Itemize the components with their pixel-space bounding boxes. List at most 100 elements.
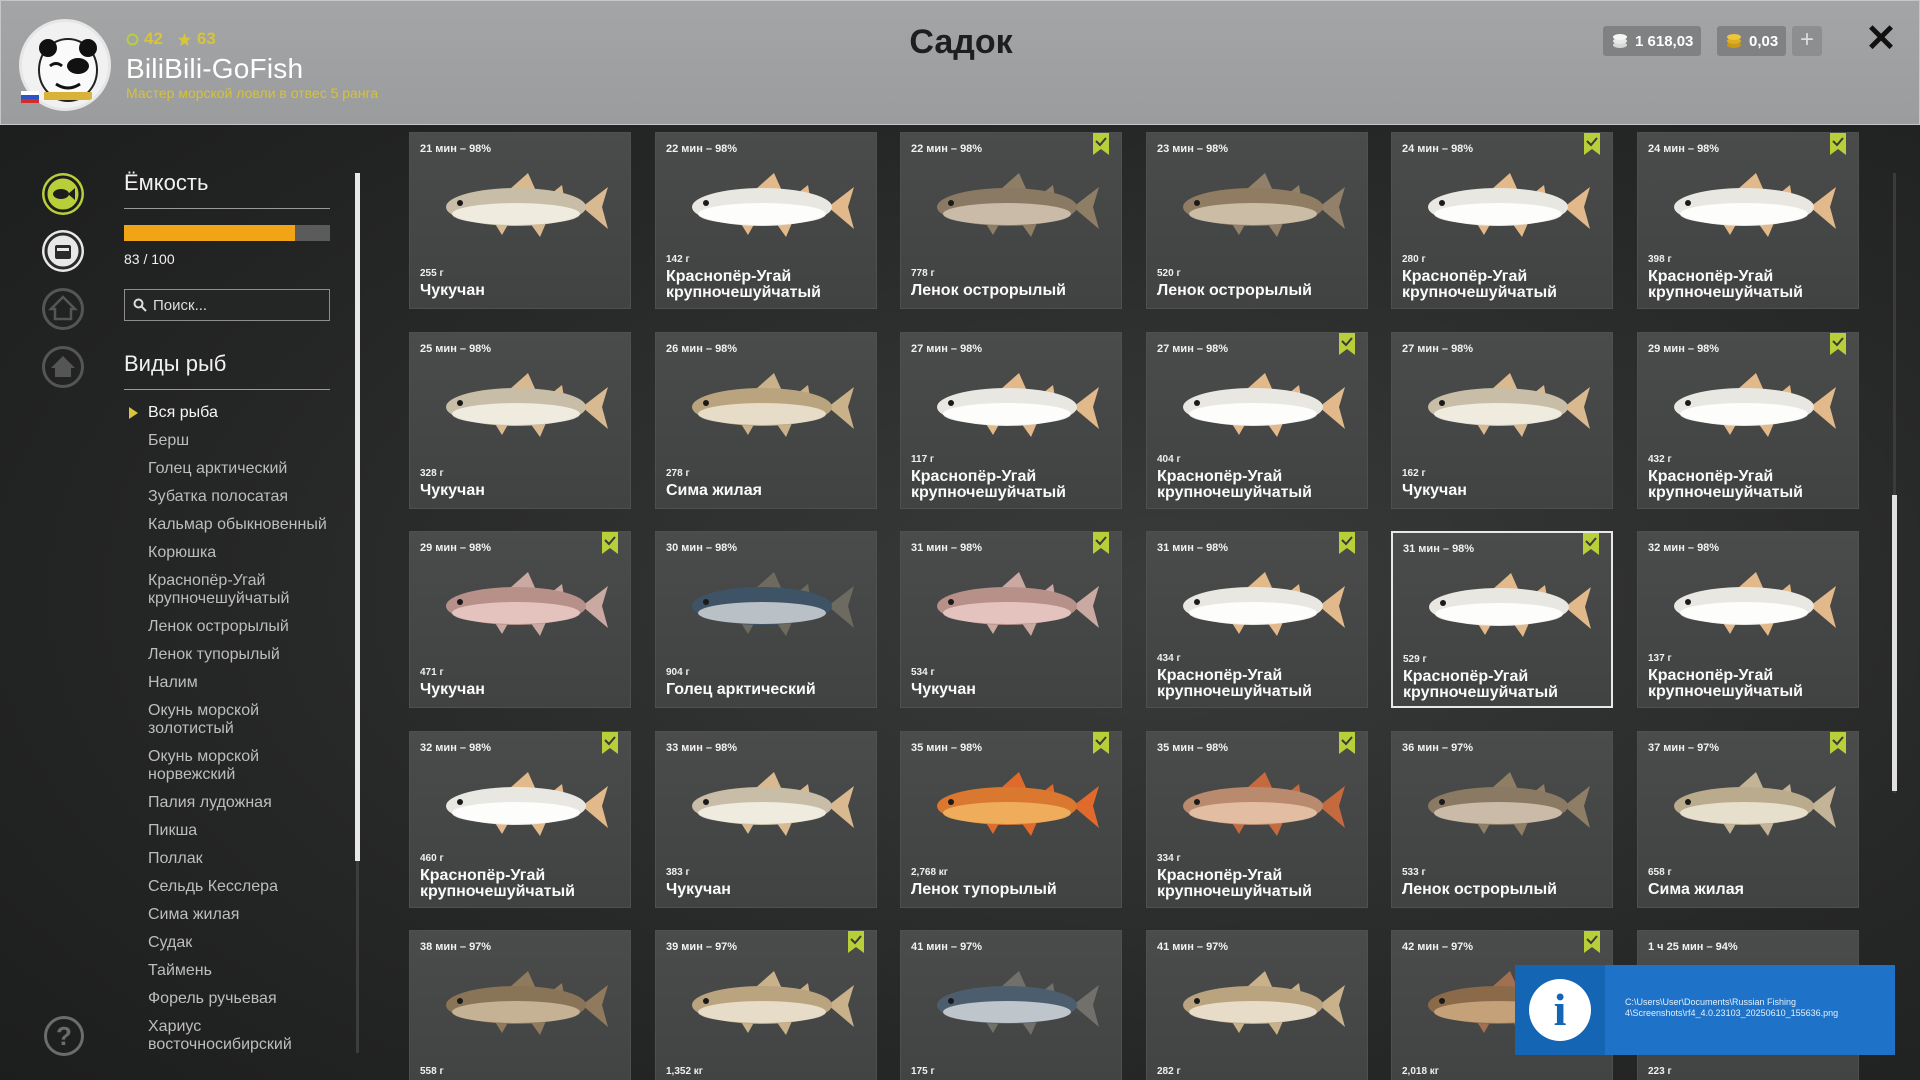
species-item[interactable]: Окунь морской золотистый: [124, 702, 330, 738]
fish-card[interactable]: 22 мин – 98% 142 г Краснопёр-Угай крупноче…: [655, 132, 877, 309]
fish-card[interactable]: 29 мин – 98% 471 г Чукучан: [409, 531, 631, 708]
info-icon: i: [1515, 965, 1605, 1055]
species-item[interactable]: Окунь морской норвежский: [124, 748, 330, 784]
fish-weight: 142 г: [666, 254, 690, 265]
fish-card[interactable]: 32 мин – 98% 460 г Краснопёр-Угай крупноче…: [409, 731, 631, 908]
fish-image: [1183, 971, 1345, 1035]
fish-weight: 432 г: [1648, 454, 1672, 465]
fish-time: 27 мин – 98%: [1402, 343, 1474, 355]
fish-card[interactable]: 31 мин – 98% 434 г Краснопёр-Угай крупноче…: [1146, 531, 1368, 708]
species-item[interactable]: Сельдь Кесслера: [124, 878, 330, 896]
fish-time: 42 мин – 97%: [1402, 941, 1474, 953]
fish-card[interactable]: 24 мин – 98% 398 г Краснопёр-Угай крупноче…: [1637, 132, 1859, 309]
fish-card[interactable]: 33 мин – 98% 383 г Чукучан: [655, 731, 877, 908]
species-item[interactable]: Берш: [124, 432, 330, 450]
keepnet-grid: 21 мин – 98% 255 г Чукучан 22 мин – 98% 142 …: [409, 132, 1861, 1080]
fish-name: Чукучан: [420, 681, 485, 698]
species-item[interactable]: Сима жилая: [124, 906, 330, 924]
fish-card[interactable]: 27 мин – 98% 162 г Чукучан: [1391, 332, 1613, 509]
fish-card[interactable]: 38 мин – 97%558 гЛенок острорылый: [409, 930, 631, 1080]
species-item[interactable]: Зубатка полосатая: [124, 488, 330, 506]
fish-image: [1183, 373, 1345, 437]
fish-card[interactable]: 21 мин – 98% 255 г Чукучан: [409, 132, 631, 309]
fish-image: [937, 971, 1099, 1035]
fish-card[interactable]: 36 мин – 97% 533 г Ленок острорылый: [1391, 731, 1613, 908]
fish-time: 27 мин – 98%: [1157, 343, 1229, 355]
fish-name: Чукучан: [1402, 482, 1467, 499]
capacity-bar: [124, 225, 330, 241]
fish-name: Ленок острорылый: [1402, 881, 1557, 898]
species-item[interactable]: Ленок тупорылый: [124, 646, 330, 664]
species-item[interactable]: Пикша: [124, 822, 330, 840]
fish-time: 21 мин – 98%: [420, 143, 492, 155]
fish-name: Ленок острорылый: [911, 282, 1066, 299]
fish-card[interactable]: 27 мин – 98% 117 г Краснопёр-Угай крупноче…: [900, 332, 1122, 509]
fish-card[interactable]: 39 мин – 97%1,352 кгСима жилая: [655, 930, 877, 1080]
species-item[interactable]: Краснопёр-Угай крупночешуйчатый: [124, 572, 330, 608]
fish-card[interactable]: 35 мин – 98% 334 г Краснопёр-Угай крупноче…: [1146, 731, 1368, 908]
search-input[interactable]: Поиск...: [124, 289, 330, 321]
bookmark-check-icon: [1830, 732, 1846, 754]
bookmark-check-icon: [1583, 533, 1599, 555]
fish-card[interactable]: 41 мин – 97%175 гГолец арктический: [900, 930, 1122, 1080]
fish-card[interactable]: 29 мин – 98% 432 г Краснопёр-Угай крупноче…: [1637, 332, 1859, 509]
species-item[interactable]: Таймень: [124, 962, 330, 980]
fish-image: [1674, 572, 1836, 636]
fish-time: 25 мин – 98%: [420, 343, 492, 355]
fish-time: 31 мин – 98%: [1403, 543, 1475, 555]
inventory-tab-icon[interactable]: [42, 230, 84, 272]
grid-scrollbar[interactable]: [1892, 495, 1897, 791]
close-button[interactable]: ✕: [1863, 20, 1899, 58]
fish-card[interactable]: 22 мин – 98% 778 г Ленок острорылый: [900, 132, 1122, 309]
fish-card[interactable]: 23 мин – 98% 520 г Ленок острорылый: [1146, 132, 1368, 309]
fish-time: 38 мин – 97%: [420, 941, 492, 953]
species-item[interactable]: Кальмар обыкновенный: [124, 516, 330, 534]
fish-card[interactable]: 35 мин – 98% 2,768 кг Ленок тупорылый: [900, 731, 1122, 908]
fish-card[interactable]: 24 мин – 98% 280 г Краснопёр-Угай крупноче…: [1391, 132, 1613, 309]
fish-card[interactable]: 30 мин – 98% 904 г Голец арктический: [655, 531, 877, 708]
bookmark-check-icon: [1830, 133, 1846, 155]
fish-icon: [44, 175, 82, 213]
fish-time: 22 мин – 98%: [911, 143, 983, 155]
fish-card[interactable]: 26 мин – 98% 278 г Сима жилая: [655, 332, 877, 509]
sidebar-scrollbar[interactable]: [355, 173, 360, 861]
fish-card[interactable]: 41 мин – 97%282 гСима жилая: [1146, 930, 1368, 1080]
fish-card[interactable]: 32 мин – 98% 137 г Краснопёр-Угай крупноче…: [1637, 531, 1859, 708]
silver-balance: 1 618,03: [1603, 26, 1702, 56]
search-icon: [133, 298, 147, 312]
gold-value: 0,03: [1749, 32, 1779, 50]
fish-image: [1674, 173, 1836, 237]
species-item[interactable]: Хариус восточносибирский: [124, 1018, 330, 1054]
fish-card[interactable]: 31 мин – 98% 534 г Чукучан: [900, 531, 1122, 708]
species-item[interactable]: Форель ручьевая: [124, 990, 330, 1008]
bookmark-check-icon: [1093, 532, 1109, 554]
fish-card[interactable]: 25 мин – 98% 328 г Чукучан: [409, 332, 631, 509]
fish-weight: 460 г: [420, 853, 444, 864]
species-item[interactable]: Вся рыба: [124, 404, 330, 422]
add-currency-button[interactable]: +: [1792, 26, 1822, 56]
species-item[interactable]: Палия лудожная: [124, 794, 330, 812]
fish-name: Ленок тупорылый: [911, 881, 1057, 898]
species-item[interactable]: Ленок острорылый: [124, 618, 330, 636]
capacity-text: 83 / 100: [124, 251, 175, 267]
species-item[interactable]: Поллак: [124, 850, 330, 868]
fish-card[interactable]: 31 мин – 98% 529 г Краснопёр-Угай крупноче…: [1391, 531, 1613, 708]
fish-card[interactable]: 27 мин – 98% 404 г Краснопёр-Угай крупноче…: [1146, 332, 1368, 509]
species-item[interactable]: Судак: [124, 934, 330, 952]
help-button[interactable]: ?: [44, 1016, 84, 1056]
home-tab-icon[interactable]: [42, 346, 84, 388]
fish-card[interactable]: 37 мин – 97% 658 г Сима жилая: [1637, 731, 1859, 908]
species-item[interactable]: Налим: [124, 674, 330, 692]
species-item[interactable]: Корюшка: [124, 544, 330, 562]
fish-weight: 533 г: [1402, 867, 1426, 878]
fish-image: [1183, 772, 1345, 836]
fish-weight: 520 г: [1157, 268, 1181, 279]
fish-image: [1674, 373, 1836, 437]
trophy-tab-icon[interactable]: [42, 288, 84, 330]
bookmark-check-icon: [1584, 931, 1600, 953]
keepnet-fish-tab-icon[interactable]: [42, 173, 84, 215]
fish-time: 22 мин – 98%: [666, 143, 738, 155]
bookmark-check-icon: [1093, 732, 1109, 754]
fish-image: [1428, 373, 1590, 437]
species-item[interactable]: Голец арктический: [124, 460, 330, 478]
